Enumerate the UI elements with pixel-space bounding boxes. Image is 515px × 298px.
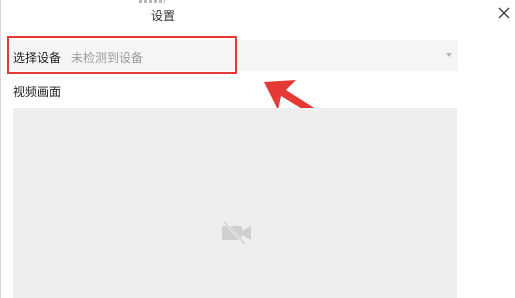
camera-off-icon bbox=[222, 221, 251, 245]
dialog-title: 设置 bbox=[151, 9, 176, 23]
close-icon bbox=[498, 7, 510, 19]
title-bar: 设置 bbox=[1, 0, 515, 28]
title-bar-artifact bbox=[139, 0, 165, 3]
caret-down-icon bbox=[446, 53, 452, 57]
video-preview bbox=[13, 108, 457, 298]
settings-dialog: 设置 选择设备 未检测到设备 视频画面 bbox=[0, 0, 515, 298]
close-button[interactable] bbox=[493, 2, 515, 24]
annotation-highlight-box bbox=[7, 36, 237, 74]
video-label: 视频画面 bbox=[13, 85, 62, 99]
